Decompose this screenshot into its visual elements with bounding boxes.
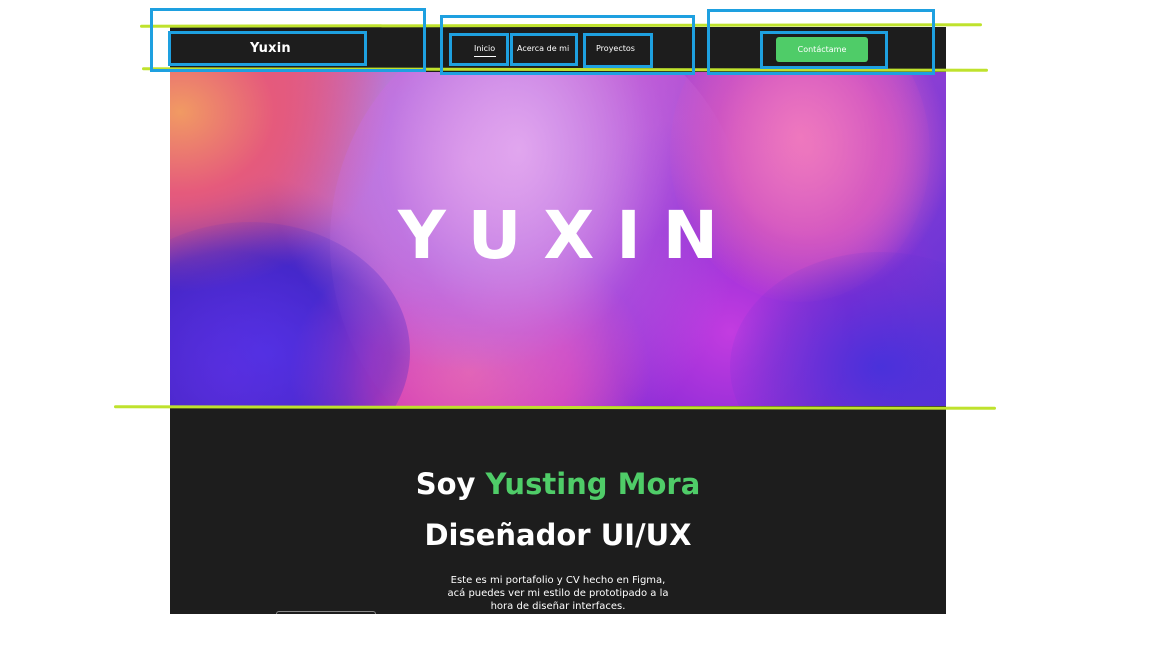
screenshot-canvas: Yuxin Inicio Acerca de mi Proyectos Cont… — [0, 0, 1152, 648]
intro-name: Yusting Mora — [485, 467, 701, 501]
intro-greeting: Soy — [415, 467, 476, 501]
annotation-box-cta-button — [760, 31, 888, 69]
intro-section: Soy Yusting Mora Diseñador UI/UX Este es… — [170, 406, 946, 614]
intro-role: Diseñador UI/UX — [424, 518, 692, 552]
hero-logo-wordmark: YUXIN — [397, 197, 741, 274]
hero-banner: YUXIN — [170, 72, 946, 406]
description-line: Este es mi portafolio y CV hecho en Figm… — [450, 575, 666, 586]
annotation-box-brand — [168, 31, 367, 66]
annotation-box-nav-inicio — [449, 33, 509, 66]
description-line: hora de diseñar interfaces. — [490, 601, 626, 612]
intro-headline: Soy Yusting Mora — [170, 467, 946, 501]
portfolio-site: Yuxin Inicio Acerca de mi Proyectos Cont… — [170, 27, 946, 614]
annotation-box-nav-proyectos — [583, 33, 653, 68]
description-line: acá puedes ver mi estilo de prototipado … — [447, 588, 669, 599]
annotation-box-nav-acerca — [510, 33, 578, 66]
partial-button-outline[interactable] — [276, 611, 376, 614]
intro-description: Este es mi portafolio y CV hecho en Figm… — [428, 574, 688, 613]
